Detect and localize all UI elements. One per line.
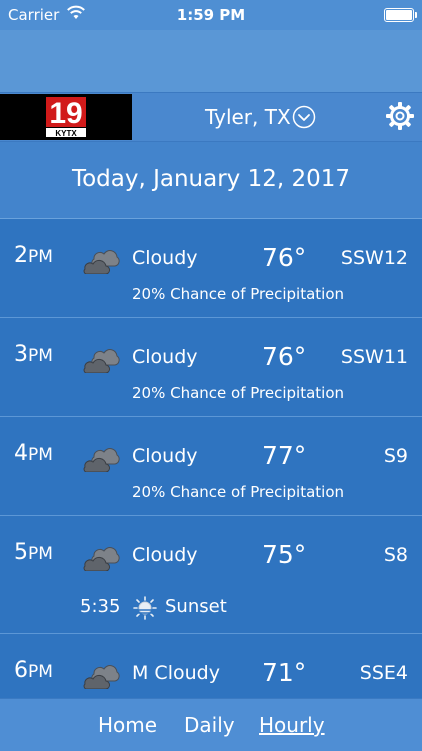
condition-label: Cloudy xyxy=(132,346,198,368)
hour-row: 3PM Cloudy 76° SSW11 20% Chance of Preci… xyxy=(0,318,422,417)
date-bar: Today, January 12, 2017 xyxy=(0,142,422,219)
hour-label: 6PM xyxy=(14,658,53,683)
wind-label: SSE4 xyxy=(359,662,408,684)
tab-daily[interactable]: Daily xyxy=(184,713,235,737)
status-bar: Carrier 1:59 PM xyxy=(0,0,422,30)
precip-label: 20% Chance of Precipitation xyxy=(132,384,345,402)
wind-label: S8 xyxy=(383,544,408,566)
svg-text:19: 19 xyxy=(49,97,82,130)
cloudy-icon xyxy=(83,349,120,373)
mostly-cloudy-icon xyxy=(83,665,120,689)
location-label[interactable]: Tyler, TX xyxy=(205,105,291,129)
temperature-label: 76° xyxy=(262,243,307,272)
precip-label: 20% Chance of Precipitation xyxy=(132,285,345,303)
gear-icon[interactable] xyxy=(385,101,415,131)
temperature-label: 71° xyxy=(262,658,307,687)
condition-label: Cloudy xyxy=(132,544,198,566)
condition-label: M Cloudy xyxy=(132,662,220,684)
hour-row: 5PM Cloudy 75° S8 5:35 Sunset xyxy=(0,516,422,634)
temperature-label: 77° xyxy=(262,441,307,470)
wind-label: SSW11 xyxy=(340,346,408,368)
hour-row: 2PM Cloudy 76° SSW12 20% Chance of Preci… xyxy=(0,219,422,318)
condition-label: Cloudy xyxy=(132,247,198,269)
sunset-icon xyxy=(133,596,157,620)
svg-text:KYTX: KYTX xyxy=(55,129,77,137)
status-time: 1:59 PM xyxy=(176,6,246,24)
condition-label: Cloudy xyxy=(132,445,198,467)
sunset-time: 5:35 xyxy=(80,596,121,617)
temperature-label: 75° xyxy=(262,540,307,569)
ad-banner-area xyxy=(0,30,422,92)
hour-label: 5PM xyxy=(14,540,53,565)
hour-label: 4PM xyxy=(14,441,53,466)
temperature-label: 76° xyxy=(262,342,307,371)
app-header: 19 KYTX Tyler, TX xyxy=(0,92,422,142)
cloudy-icon xyxy=(83,547,120,571)
wind-label: S9 xyxy=(383,445,408,467)
date-label: Today, January 12, 2017 xyxy=(71,166,351,192)
cloudy-icon xyxy=(83,448,120,472)
wind-label: SSW12 xyxy=(340,247,408,269)
tab-hourly[interactable]: Hourly xyxy=(259,713,325,737)
battery-icon xyxy=(384,8,417,22)
precip-label: 20% Chance of Precipitation xyxy=(132,483,345,501)
hour-label: 2PM xyxy=(14,243,53,268)
hour-label: 3PM xyxy=(14,342,53,367)
tab-home[interactable]: Home xyxy=(98,713,157,737)
hourly-list: 2PM Cloudy 76° SSW12 20% Chance of Preci… xyxy=(0,219,422,715)
kytx-logo-icon: 19 KYTX xyxy=(46,97,86,137)
sunset-label: Sunset xyxy=(165,596,227,617)
tab-bar: Home Daily Hourly xyxy=(0,698,422,751)
hour-row: 4PM Cloudy 77° S9 20% Chance of Precipit… xyxy=(0,417,422,516)
chevron-down-circle-icon[interactable] xyxy=(292,105,316,129)
station-logo[interactable]: 19 KYTX xyxy=(0,94,132,140)
cloudy-icon xyxy=(83,250,120,274)
